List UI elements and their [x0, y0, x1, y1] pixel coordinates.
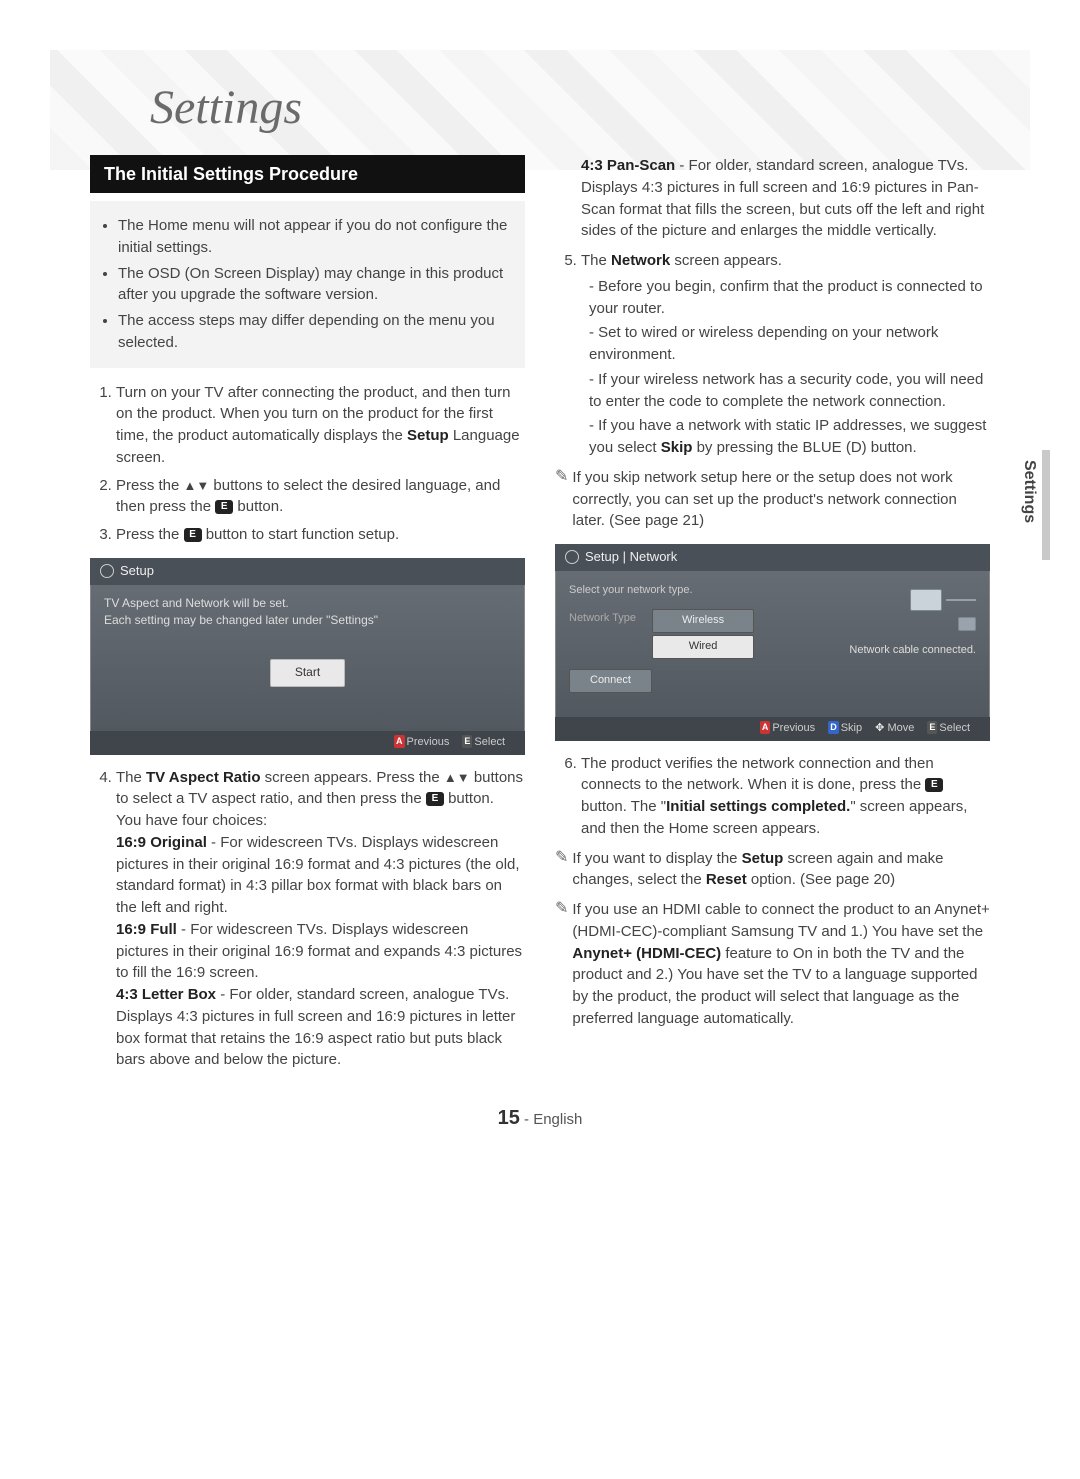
ui-title-bar: Setup | Network: [555, 544, 990, 571]
ui-footer: APrevious DSkip ✥ Move ESelect: [555, 717, 990, 741]
footer-skip: Skip: [841, 722, 862, 734]
gear-icon: [100, 564, 114, 578]
note-item: The Home menu will not appear if you do …: [118, 215, 511, 259]
note-text: If you want to display the Setup screen …: [572, 848, 990, 892]
section-title: The Initial Settings Procedure: [90, 155, 525, 193]
ui-instruction: Select your network type.: [569, 583, 826, 599]
sub-item: If your wireless network has a security …: [589, 369, 990, 413]
step-3: Press the E button to start function set…: [116, 524, 525, 546]
step-6: The product verifies the network connect…: [581, 753, 990, 840]
ui-text-line: Each setting may be changed later under …: [104, 612, 511, 629]
side-tab-bar: [1042, 450, 1050, 560]
ui-body: Select your network type. Network Type W…: [555, 571, 990, 717]
footer-move: Move: [887, 722, 914, 734]
ui-body: TV Aspect and Network will be set. Each …: [90, 585, 525, 731]
gear-icon: [565, 550, 579, 564]
footer-select: Select: [939, 722, 970, 734]
reset-note: ✎ If you want to display the Setup scree…: [555, 848, 990, 892]
router-icon: [910, 589, 942, 611]
footer-previous: Previous: [772, 722, 815, 734]
device-icon: [958, 617, 976, 631]
enter-icon: E: [184, 528, 202, 542]
skip-note: ✎ If you skip network setup here or the …: [555, 467, 990, 532]
note-text: If you use an HDMI cable to connect the …: [572, 899, 990, 1030]
footer-select: Select: [474, 736, 505, 748]
steps-list: Turn on your TV after connecting the pro…: [90, 382, 525, 546]
step4-opt4: 4:3 Pan-Scan - For older, standard scree…: [581, 155, 990, 242]
footer-previous: Previous: [407, 736, 450, 748]
right-column: 4:3 Pan-Scan - For older, standard scree…: [555, 155, 990, 1077]
step-4: The TV Aspect Ratio screen appears. Pres…: [116, 767, 525, 1072]
page-number: 15 - English: [90, 1107, 990, 1130]
ui-title: Setup | Network: [585, 548, 677, 567]
up-down-icon: ▲▼: [184, 478, 210, 493]
option-wired[interactable]: Wired: [652, 635, 754, 659]
network-status: Network cable connected.: [836, 643, 976, 659]
side-tab-label: Settings: [1020, 460, 1038, 523]
chip-a-icon: A: [760, 721, 771, 734]
pencil-icon: ✎: [555, 848, 568, 892]
option-wireless[interactable]: Wireless: [652, 609, 754, 633]
network-type-label: Network Type: [569, 611, 649, 627]
anynet-note: ✎ If you use an HDMI cable to connect th…: [555, 899, 990, 1030]
step-2: Press the ▲▼ buttons to select the desir…: [116, 475, 525, 519]
move-icon: ✥: [875, 722, 884, 734]
chapter-title: Settings: [150, 80, 990, 135]
notes-box: The Home menu will not appear if you do …: [90, 201, 525, 368]
ui-title-bar: Setup: [90, 558, 525, 585]
content-columns: The Initial Settings Procedure The Home …: [90, 155, 990, 1077]
network-diagram: [836, 589, 976, 633]
step5-sublist: Before you begin, confirm that the produ…: [589, 276, 990, 459]
note-item: The access steps may differ depending on…: [118, 310, 511, 354]
step-1: Turn on your TV after connecting the pro…: [116, 382, 525, 469]
chip-d-icon: D: [828, 721, 839, 734]
sub-item: If you have a network with static IP add…: [589, 415, 990, 459]
enter-icon: E: [215, 500, 233, 514]
ui-text-line: TV Aspect and Network will be set.: [104, 595, 511, 612]
steps-list-r2: The product verifies the network connect…: [555, 753, 990, 840]
left-column: The Initial Settings Procedure The Home …: [90, 155, 525, 1077]
connect-button[interactable]: Connect: [569, 669, 652, 693]
setup-screenshot: Setup TV Aspect and Network will be set.…: [90, 558, 525, 755]
chip-enter-icon: E: [462, 735, 472, 748]
page-number-value: 15: [498, 1107, 520, 1129]
step-5: The Network screen appears. Before you b…: [581, 250, 990, 459]
chip-a-icon: A: [394, 735, 405, 748]
note-item: The OSD (On Screen Display) may change i…: [118, 263, 511, 307]
cable-icon: [946, 599, 976, 601]
sub-item: Set to wired or wireless depending on yo…: [589, 322, 990, 366]
page: Settings Settings The Initial Settings P…: [0, 0, 1080, 1170]
up-down-icon: ▲▼: [444, 770, 470, 785]
network-screenshot: Setup | Network Select your network type…: [555, 544, 990, 741]
pencil-icon: ✎: [555, 899, 568, 1030]
ui-footer: APrevious ESelect: [90, 731, 525, 755]
page-language: - English: [520, 1111, 583, 1128]
steps-list-cont: The TV Aspect Ratio screen appears. Pres…: [90, 767, 525, 1072]
pencil-icon: ✎: [555, 467, 568, 532]
start-button[interactable]: Start: [270, 659, 345, 686]
enter-icon: E: [426, 792, 444, 806]
sub-item: Before you begin, confirm that the produ…: [589, 276, 990, 320]
note-text: If you skip network setup here or the se…: [572, 467, 990, 532]
steps-list-r: The Network screen appears. Before you b…: [555, 250, 990, 459]
ui-title: Setup: [120, 562, 154, 581]
enter-icon: E: [925, 778, 943, 792]
chip-enter-icon: E: [927, 721, 937, 734]
